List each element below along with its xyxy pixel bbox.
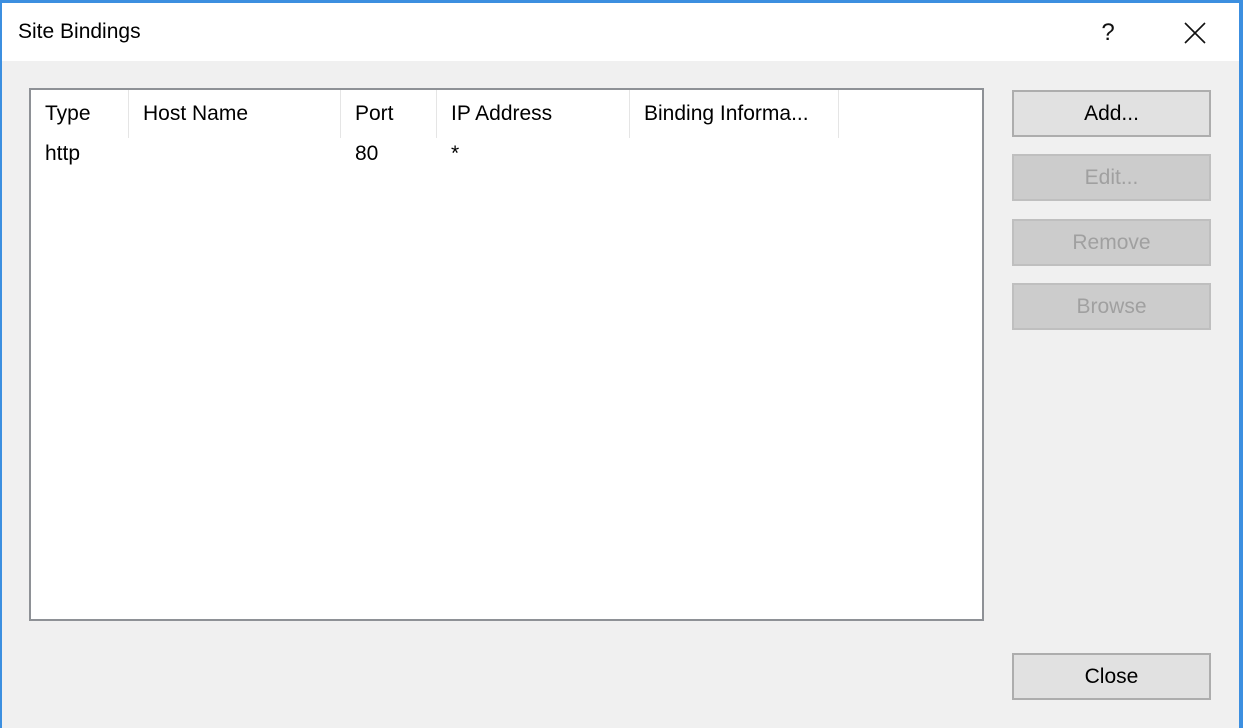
column-header-port[interactable]: Port [341, 90, 437, 138]
cell-port: 80 [355, 142, 379, 165]
table-row[interactable]: http 80 * [31, 142, 982, 174]
site-bindings-dialog: Site Bindings ? Type Host Name Port IP A… [2, 3, 1239, 728]
browse-button[interactable]: Browse [1012, 283, 1211, 330]
help-button[interactable]: ? [1080, 11, 1136, 55]
cell-host-name [129, 142, 341, 174]
column-header-ip-address[interactable]: IP Address [437, 90, 630, 138]
close-window-button[interactable] [1167, 11, 1223, 55]
dialog-title: Site Bindings [18, 20, 141, 43]
column-header-host-name[interactable]: Host Name [129, 90, 341, 138]
column-header-binding-information[interactable]: Binding Informa... [630, 90, 839, 138]
cell-ip-address: * [451, 142, 460, 165]
add-button[interactable]: Add... [1012, 90, 1211, 137]
title-bar: Site Bindings ? [2, 3, 1239, 61]
cell-type: http [45, 142, 81, 165]
remove-button[interactable]: Remove [1012, 219, 1211, 266]
bindings-list[interactable]: Type Host Name Port IP Address Binding I… [29, 88, 984, 621]
cell-binding-information [630, 142, 839, 174]
edit-button[interactable]: Edit... [1012, 154, 1211, 201]
close-button[interactable]: Close [1012, 653, 1211, 700]
column-header-type[interactable]: Type [31, 90, 129, 138]
close-icon [1184, 22, 1206, 44]
list-header: Type Host Name Port IP Address Binding I… [31, 90, 982, 138]
help-icon: ? [1101, 19, 1115, 46]
